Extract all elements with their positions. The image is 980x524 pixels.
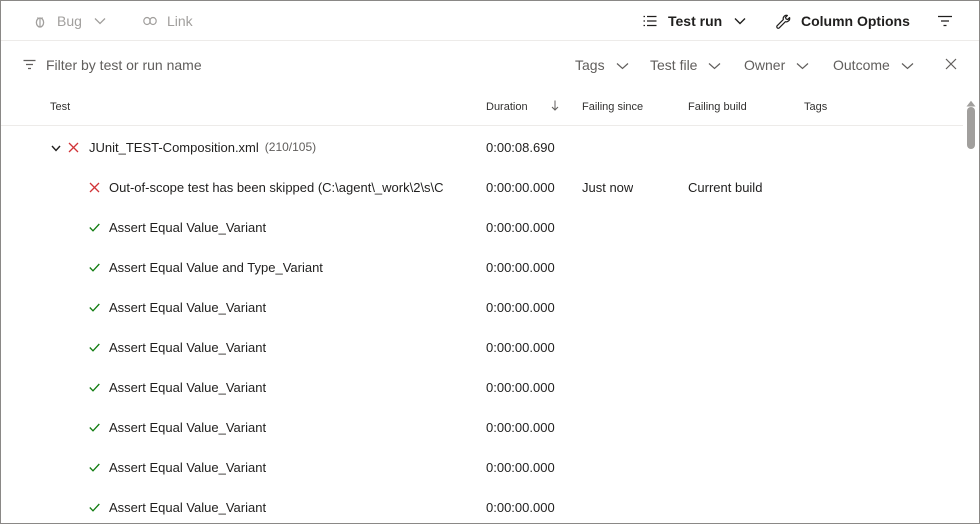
test-file-filter-label: Test file xyxy=(650,57,698,73)
test-run-button[interactable]: Test run xyxy=(643,1,746,41)
test-duration: 0:00:00.000 xyxy=(486,299,555,315)
table-row[interactable]: Assert Equal Value_Variant 0:00:00.000 xyxy=(1,367,963,407)
test-name: Assert Equal Value_Variant xyxy=(109,339,267,355)
column-options-label: Column Options xyxy=(801,13,910,29)
table-row[interactable]: Assert Equal Value_Variant 0:00:00.000 xyxy=(1,327,963,367)
expand-toggle[interactable] xyxy=(51,127,61,167)
chevron-down-icon xyxy=(734,17,746,25)
column-header-failing-since[interactable]: Failing since xyxy=(582,89,643,125)
table-row[interactable]: Assert Equal Value_Variant 0:00:00.000 xyxy=(1,287,963,327)
filter-search[interactable]: Filter by test or run name xyxy=(23,41,202,89)
tags-filter-label: Tags xyxy=(575,57,605,73)
checkmark-icon xyxy=(89,327,100,367)
checkmark-icon xyxy=(89,247,100,287)
chevron-down-icon xyxy=(94,17,106,25)
list-icon xyxy=(643,15,657,27)
chevron-down-icon xyxy=(616,57,629,73)
table-row[interactable]: Assert Equal Value_Variant 0:00:00.000 xyxy=(1,207,963,247)
column-header-test[interactable]: Test xyxy=(50,89,70,125)
table-row[interactable]: Assert Equal Value_Variant 0:00:00.000 xyxy=(1,487,963,523)
chevron-down-icon xyxy=(708,57,721,73)
column-header-tags[interactable]: Tags xyxy=(804,89,827,125)
checkmark-icon xyxy=(89,447,100,487)
bug-icon xyxy=(33,14,47,28)
test-name: Assert Equal Value_Variant xyxy=(109,379,267,395)
group-count: (210/105) xyxy=(264,140,317,154)
test-duration: 0:00:00.000 xyxy=(486,419,555,435)
cross-icon xyxy=(89,167,100,207)
table-row[interactable]: Assert Equal Value_Variant 0:00:00.000 xyxy=(1,407,963,447)
link-label: Link xyxy=(167,13,193,29)
close-icon xyxy=(945,57,957,73)
test-name: Assert Equal Value_Variant xyxy=(109,459,267,475)
test-failing-since: Just now xyxy=(582,179,634,195)
test-name: Assert Equal Value_Variant xyxy=(109,499,267,515)
test-name: Assert Equal Value and Type_Variant xyxy=(109,259,323,275)
table-row[interactable]: Assert Equal Value_Variant 0:00:00.000 xyxy=(1,447,963,487)
column-options-button[interactable]: Column Options xyxy=(776,1,910,41)
test-name: Out-of-scope test has been skipped (C:\a… xyxy=(109,179,444,195)
tags-filter-dropdown[interactable]: Tags xyxy=(575,41,629,89)
chevron-down-icon xyxy=(796,57,809,73)
test-duration: 0:00:00.000 xyxy=(486,379,555,395)
test-file-filter-dropdown[interactable]: Test file xyxy=(650,41,721,89)
checkmark-icon xyxy=(89,487,100,523)
group-duration: 0:00:08.690 xyxy=(486,139,555,155)
arrow-down-icon xyxy=(551,100,559,114)
outcome-filter-dropdown[interactable]: Outcome xyxy=(833,41,914,89)
checkmark-icon xyxy=(89,407,100,447)
checkmark-icon xyxy=(89,367,100,407)
test-duration: 0:00:00.000 xyxy=(486,259,555,275)
column-header-duration-label: Duration xyxy=(486,101,528,113)
filter-icon xyxy=(937,15,953,27)
scrollbar-thumb[interactable] xyxy=(967,107,975,149)
test-duration: 0:00:00.000 xyxy=(486,499,555,515)
clear-filters-button[interactable] xyxy=(945,41,957,89)
owner-filter-dropdown[interactable]: Owner xyxy=(744,41,809,89)
checkmark-icon xyxy=(89,287,100,327)
filter-bar: Filter by test or run name Tags Test fil… xyxy=(1,41,979,89)
wrench-icon xyxy=(776,14,791,29)
group-row[interactable]: JUnit_TEST-Composition.xml (210/105) 0:0… xyxy=(1,127,963,167)
column-header-row: Test Duration Failing since Failing buil… xyxy=(1,89,963,126)
failed-icon xyxy=(68,127,79,167)
test-duration: 0:00:00.000 xyxy=(486,339,555,355)
test-duration: 0:00:00.000 xyxy=(486,179,555,195)
filter-icon xyxy=(23,57,36,73)
test-name: Assert Equal Value_Variant xyxy=(109,299,267,315)
test-run-label: Test run xyxy=(668,13,723,29)
toolbar: Bug Link Test run Column Options xyxy=(1,1,979,41)
group-name: JUnit_TEST-Composition.xml xyxy=(89,139,259,155)
filter-input[interactable]: Filter by test or run name xyxy=(46,57,202,73)
test-duration: 0:00:00.000 xyxy=(486,459,555,475)
checkmark-icon xyxy=(89,207,100,247)
chevron-down-icon xyxy=(901,57,914,73)
bug-label: Bug xyxy=(57,13,82,29)
column-header-duration[interactable]: Duration xyxy=(486,89,559,125)
link-button[interactable]: Link xyxy=(143,1,193,41)
bug-button[interactable]: Bug xyxy=(33,1,106,41)
outcome-filter-label: Outcome xyxy=(833,57,890,73)
test-name: Assert Equal Value_Variant xyxy=(109,219,267,235)
link-icon xyxy=(143,16,157,26)
column-header-failing-build[interactable]: Failing build xyxy=(688,89,747,125)
test-name: Assert Equal Value_Variant xyxy=(109,419,267,435)
test-results-panel: Bug Link Test run Column Options Filter … xyxy=(0,0,980,524)
test-duration: 0:00:00.000 xyxy=(486,219,555,235)
view-filter-button[interactable] xyxy=(937,1,953,41)
chevron-down-icon xyxy=(51,140,61,155)
owner-filter-label: Owner xyxy=(744,57,786,73)
vertical-scrollbar[interactable] xyxy=(963,89,979,523)
table-row[interactable]: Out-of-scope test has been skipped (C:\a… xyxy=(1,167,963,207)
table-row[interactable]: Assert Equal Value and Type_Variant 0:00… xyxy=(1,247,963,287)
group-name-cell: JUnit_TEST-Composition.xml (210/105) xyxy=(89,127,479,167)
test-failing-build: Current build xyxy=(688,179,763,195)
